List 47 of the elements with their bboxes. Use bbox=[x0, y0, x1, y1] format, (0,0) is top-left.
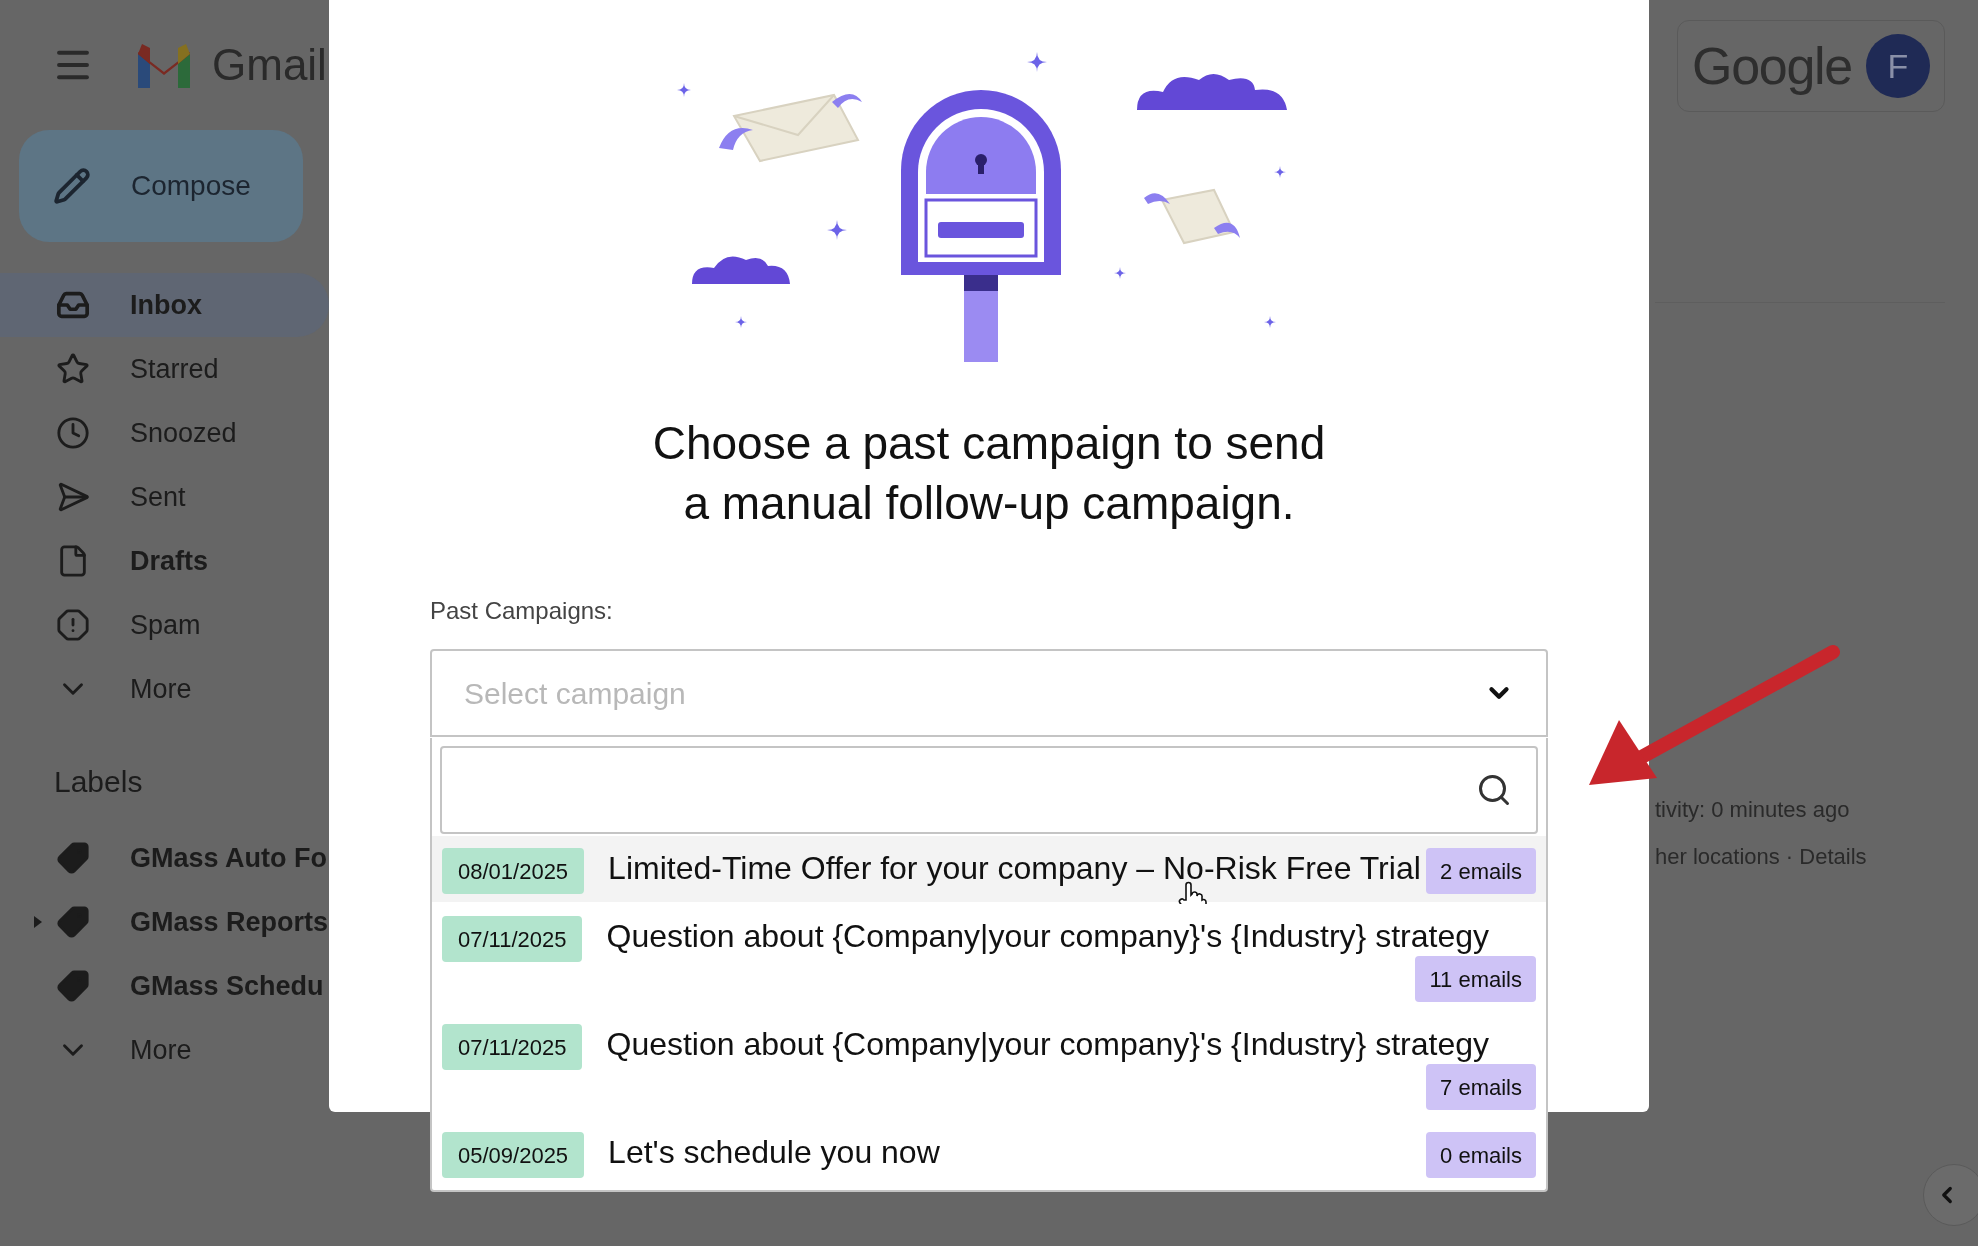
pencil-icon bbox=[53, 167, 91, 205]
label-tag-icon bbox=[56, 905, 90, 939]
app-name: Gmail bbox=[212, 43, 327, 87]
nav-item[interactable]: Starred bbox=[0, 337, 329, 401]
label-tag-icon bbox=[56, 969, 90, 1003]
date-tag: 07/11/2025 bbox=[442, 916, 583, 962]
nav-item[interactable]: Sent bbox=[0, 465, 329, 529]
collapse-panel-button[interactable] bbox=[1923, 1164, 1978, 1226]
campaign-title: Limited-Time Offer for your company – No-Risk Free Trial bbox=[608, 849, 1421, 888]
nav-item[interactable]: More bbox=[0, 1018, 329, 1082]
field-label: Past Campaigns: bbox=[430, 596, 614, 626]
nav-item[interactable]: Snoozed bbox=[0, 401, 329, 465]
brand-text: Google bbox=[1692, 36, 1852, 97]
date-tag: 08/01/2025 bbox=[442, 848, 585, 894]
label-tag-icon bbox=[56, 841, 90, 875]
send-icon bbox=[56, 480, 90, 514]
search-icon bbox=[1476, 772, 1512, 808]
campaign-option[interactable]: 08/01/2025 Limited-Time Offer for your company – No-Risk Free Trial 2 emails bbox=[432, 836, 1546, 902]
label-item[interactable]: GMass Auto Fo bbox=[0, 826, 329, 890]
expand-caret-icon[interactable] bbox=[34, 916, 42, 928]
campaign-title: Let's schedule you now bbox=[608, 1133, 940, 1172]
label-item[interactable]: GMass Reports bbox=[0, 890, 329, 954]
email-count-tag: 7 emails bbox=[1426, 1064, 1536, 1110]
campaign-title: Question about {Company|your company}'s {Industry} strategy bbox=[606, 917, 1489, 956]
nav-item[interactable]: Drafts bbox=[0, 529, 329, 593]
clock-icon bbox=[56, 416, 90, 450]
email-count-tag: 11 emails bbox=[1415, 956, 1536, 1002]
search-field[interactable] bbox=[440, 746, 1538, 834]
email-count-tag: 0 emails bbox=[1426, 1132, 1536, 1178]
email-count-tag: 2 emails bbox=[1426, 848, 1536, 894]
nav-item[interactable]: Spam bbox=[0, 593, 329, 657]
campaign-select[interactable]: Select campaign bbox=[430, 649, 1548, 737]
date-tag: 07/11/2025 bbox=[442, 1024, 583, 1070]
star-icon bbox=[56, 352, 90, 386]
activity-text: tivity: 0 minutes ago bbox=[1655, 796, 1851, 824]
locations-details-text: her locations · Details bbox=[1655, 843, 1868, 871]
dialog-title: Choose a past campaign to send a manual follow-up campaign. bbox=[652, 416, 1326, 531]
nav-item[interactable]: More bbox=[0, 657, 329, 721]
date-tag: 05/09/2025 bbox=[442, 1132, 585, 1178]
spam-icon bbox=[56, 608, 90, 642]
avatar[interactable]: F bbox=[1866, 34, 1930, 98]
account-box[interactable]: Google F bbox=[1677, 20, 1945, 112]
labels-heading: Labels bbox=[53, 764, 144, 800]
label-item[interactable]: GMass Schedu bbox=[0, 954, 329, 1018]
campaign-title: Question about {Company|your company}'s {Industry} strategy bbox=[606, 1025, 1489, 1064]
compose-button[interactable]: Compose bbox=[19, 130, 303, 242]
nav-item[interactable]: Inbox bbox=[0, 273, 329, 337]
